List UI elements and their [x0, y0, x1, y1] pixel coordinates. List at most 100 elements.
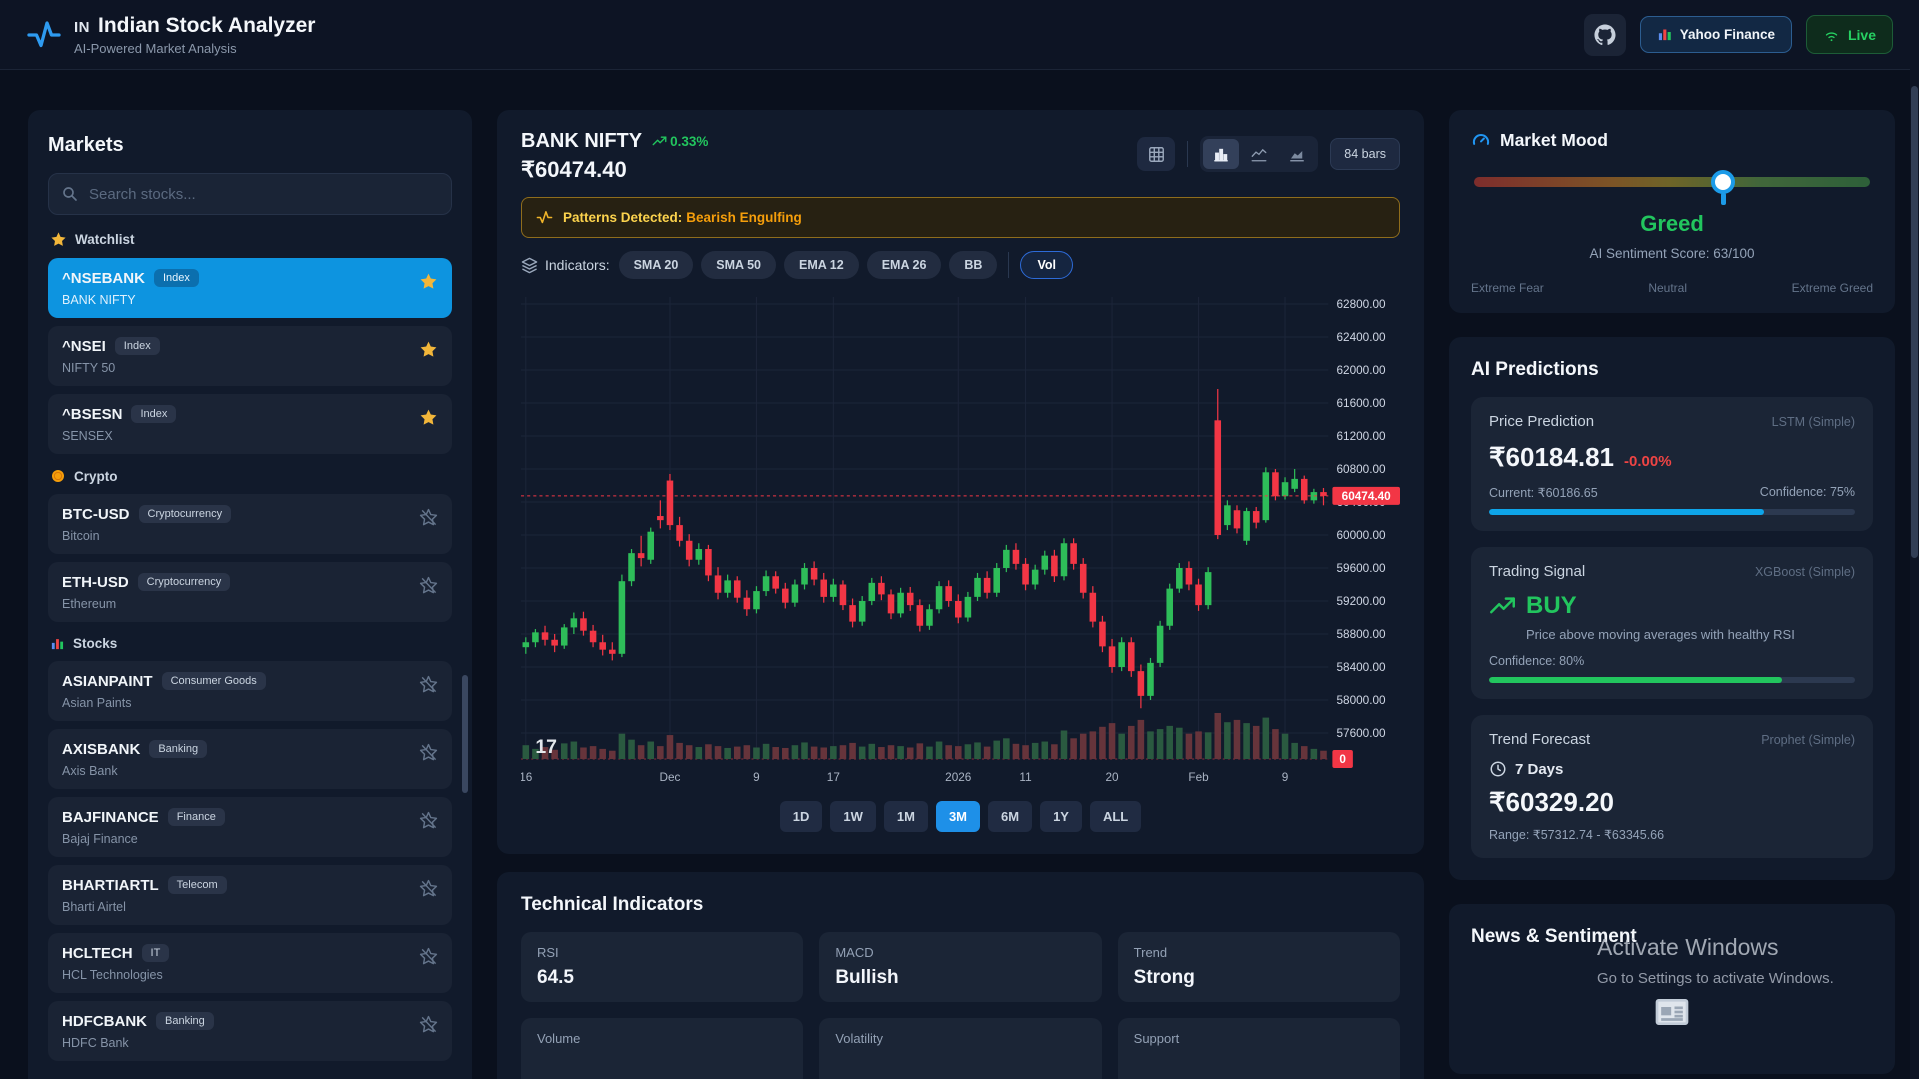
newspaper-icon	[1652, 992, 1692, 1032]
symbol-label: HCLTECH	[62, 945, 133, 962]
market-item-axisbank[interactable]: AXISBANKBankingAxis Bank	[48, 729, 452, 789]
svg-text:Feb: Feb	[1188, 771, 1208, 784]
svg-text:60800.00: 60800.00	[1336, 463, 1386, 476]
category-badge: IT	[142, 944, 170, 962]
indicator-label: RSI	[537, 945, 787, 960]
star-off-icon	[419, 811, 438, 830]
candlestick-chart[interactable]: 62800.0062400.0062000.0061600.0061200.00…	[521, 289, 1400, 789]
market-item-bsesn[interactable]: ^BSESNIndexSENSEX	[48, 394, 452, 454]
section-header-crypto: Crypto	[50, 468, 450, 484]
star-off-icon	[419, 947, 438, 966]
symbol-name: Bharti Airtel	[62, 900, 438, 914]
toolbar-divider	[1187, 141, 1188, 167]
svg-text:11: 11	[1019, 771, 1031, 784]
sidebar-scrollbar[interactable]	[462, 675, 468, 793]
market-item-nsebank[interactable]: ^NSEBANKIndexBANK NIFTY	[48, 258, 452, 318]
volume-toggle-chip[interactable]: Vol	[1020, 251, 1073, 279]
market-item-ethusd[interactable]: ETH-USDCryptocurrencyEthereum	[48, 562, 452, 622]
svg-text:9: 9	[1282, 771, 1289, 784]
line-chart-icon	[1250, 145, 1268, 163]
symbol-name: Axis Bank	[62, 764, 438, 778]
svg-text:16: 16	[521, 771, 532, 784]
sentiment-marker[interactable]	[1711, 170, 1735, 194]
market-item-bhartiartl[interactable]: BHARTIARTL Telecom Bharti Airtel	[48, 865, 452, 925]
model-label: Prophet (Simple)	[1761, 733, 1855, 747]
market-item-hcltech[interactable]: HCLTECHITHCL Technologies	[48, 933, 452, 993]
activity-icon	[536, 209, 553, 226]
timeframe-button-1d[interactable]: 1D	[780, 801, 823, 832]
market-item-asianpaint[interactable]: ASIANPAINTConsumer GoodsAsian Paints	[48, 661, 452, 721]
technical-indicators-panel: Technical Indicators RSI64.5MACDBullishT…	[497, 872, 1424, 1079]
symbol-label: HDFCBANK	[62, 1013, 147, 1030]
indicator-value: Strong	[1134, 967, 1384, 989]
scale-extreme-greed: Extreme Greed	[1792, 281, 1873, 295]
indicator-card-volume: Volume	[521, 1018, 803, 1079]
search-input[interactable]	[48, 173, 452, 215]
market-item-hdfcbank[interactable]: HDFCBANKBankingHDFC Bank	[48, 1001, 452, 1061]
signal-description: Price above moving averages with healthy…	[1526, 627, 1855, 642]
timeframe-selector: 1D1W 1M 3M 6M 1Y ALL	[521, 801, 1400, 832]
indicator-value: Bullish	[835, 967, 1085, 989]
category-badge: Finance	[168, 808, 225, 826]
indicator-chip-bb[interactable]: BB	[949, 251, 997, 279]
timeframe-button-1y[interactable]: 1Y	[1040, 801, 1082, 832]
grid-icon	[1147, 145, 1166, 164]
yahoo-finance-label: Yahoo Finance	[1680, 27, 1775, 42]
timeframe-button-all[interactable]: ALL	[1090, 801, 1141, 832]
star-off-icon	[419, 576, 438, 595]
svg-text:9: 9	[753, 771, 760, 784]
github-button[interactable]	[1584, 14, 1626, 56]
star-off-icon	[419, 508, 438, 527]
layers-icon	[521, 257, 538, 274]
yahoo-finance-button[interactable]: Yahoo Finance	[1640, 16, 1792, 53]
symbol-label: ETH-USD	[62, 574, 129, 591]
coin-icon	[50, 468, 66, 484]
indicator-chip-ema26[interactable]: EMA 26	[867, 251, 942, 279]
svg-text:2026: 2026	[945, 771, 971, 784]
confidence-bar	[1489, 509, 1855, 515]
card-label: Trading Signal	[1489, 563, 1585, 580]
market-item-bajfinance[interactable]: BAJFINANCEFinanceBajaj Finance	[48, 797, 452, 857]
category-badge: Index	[115, 337, 160, 355]
indicator-label: MACD	[835, 945, 1085, 960]
market-item-btcusd[interactable]: BTC-USDCryptocurrencyBitcoin	[48, 494, 452, 554]
bars-count-badge: 84 bars	[1330, 138, 1400, 170]
svg-text:59600.00: 59600.00	[1336, 562, 1386, 575]
app-title: Indian Stock Analyzer	[98, 14, 315, 38]
clock-icon	[1489, 760, 1507, 778]
svg-text:59200.00: 59200.00	[1336, 595, 1386, 608]
bar-chart-icon	[1657, 27, 1672, 42]
model-label: LSTM (Simple)	[1772, 415, 1855, 429]
timeframe-button-3m[interactable]: 3M	[936, 801, 980, 832]
area-chart-button[interactable]	[1279, 139, 1315, 169]
timeframe-button-1m[interactable]: 1M	[884, 801, 928, 832]
category-badge: Index	[131, 405, 176, 423]
indicator-chip-ema12[interactable]: EMA 12	[784, 251, 859, 279]
symbol-label: ASIANPAINT	[62, 673, 153, 690]
svg-text:17: 17	[535, 737, 557, 758]
symbol-label: ^NSEI	[62, 338, 106, 355]
scrollbar-thumb[interactable]	[1911, 86, 1918, 558]
svg-text:57600.00: 57600.00	[1336, 727, 1386, 740]
indicator-label: Volume	[537, 1031, 787, 1046]
indicator-chip-sma20[interactable]: SMA 20	[619, 251, 694, 279]
technical-title: Technical Indicators	[521, 894, 1400, 916]
page-scrollbar[interactable]	[1910, 0, 1919, 1079]
svg-text:60474.40: 60474.40	[1342, 490, 1391, 503]
search-icon	[61, 185, 79, 203]
category-badge: Index	[154, 269, 199, 287]
category-badge: Telecom	[168, 876, 227, 894]
svg-text:17: 17	[827, 771, 840, 784]
svg-text:60000.00: 60000.00	[1336, 529, 1386, 542]
grid-toggle-button[interactable]	[1137, 137, 1175, 171]
line-chart-button[interactable]	[1241, 139, 1277, 169]
indicator-chip-sma50[interactable]: SMA 50	[701, 251, 776, 279]
svg-text:20: 20	[1106, 771, 1120, 784]
svg-text:58400.00: 58400.00	[1336, 661, 1386, 674]
candlestick-chart-button[interactable]	[1203, 139, 1239, 169]
timeframe-button-1w[interactable]: 1W	[830, 801, 876, 832]
symbol-label: BHARTIARTL	[62, 877, 159, 894]
star-icon	[419, 272, 438, 291]
market-item-nsei[interactable]: ^NSEIIndexNIFTY 50	[48, 326, 452, 386]
timeframe-button-6m[interactable]: 6M	[988, 801, 1032, 832]
